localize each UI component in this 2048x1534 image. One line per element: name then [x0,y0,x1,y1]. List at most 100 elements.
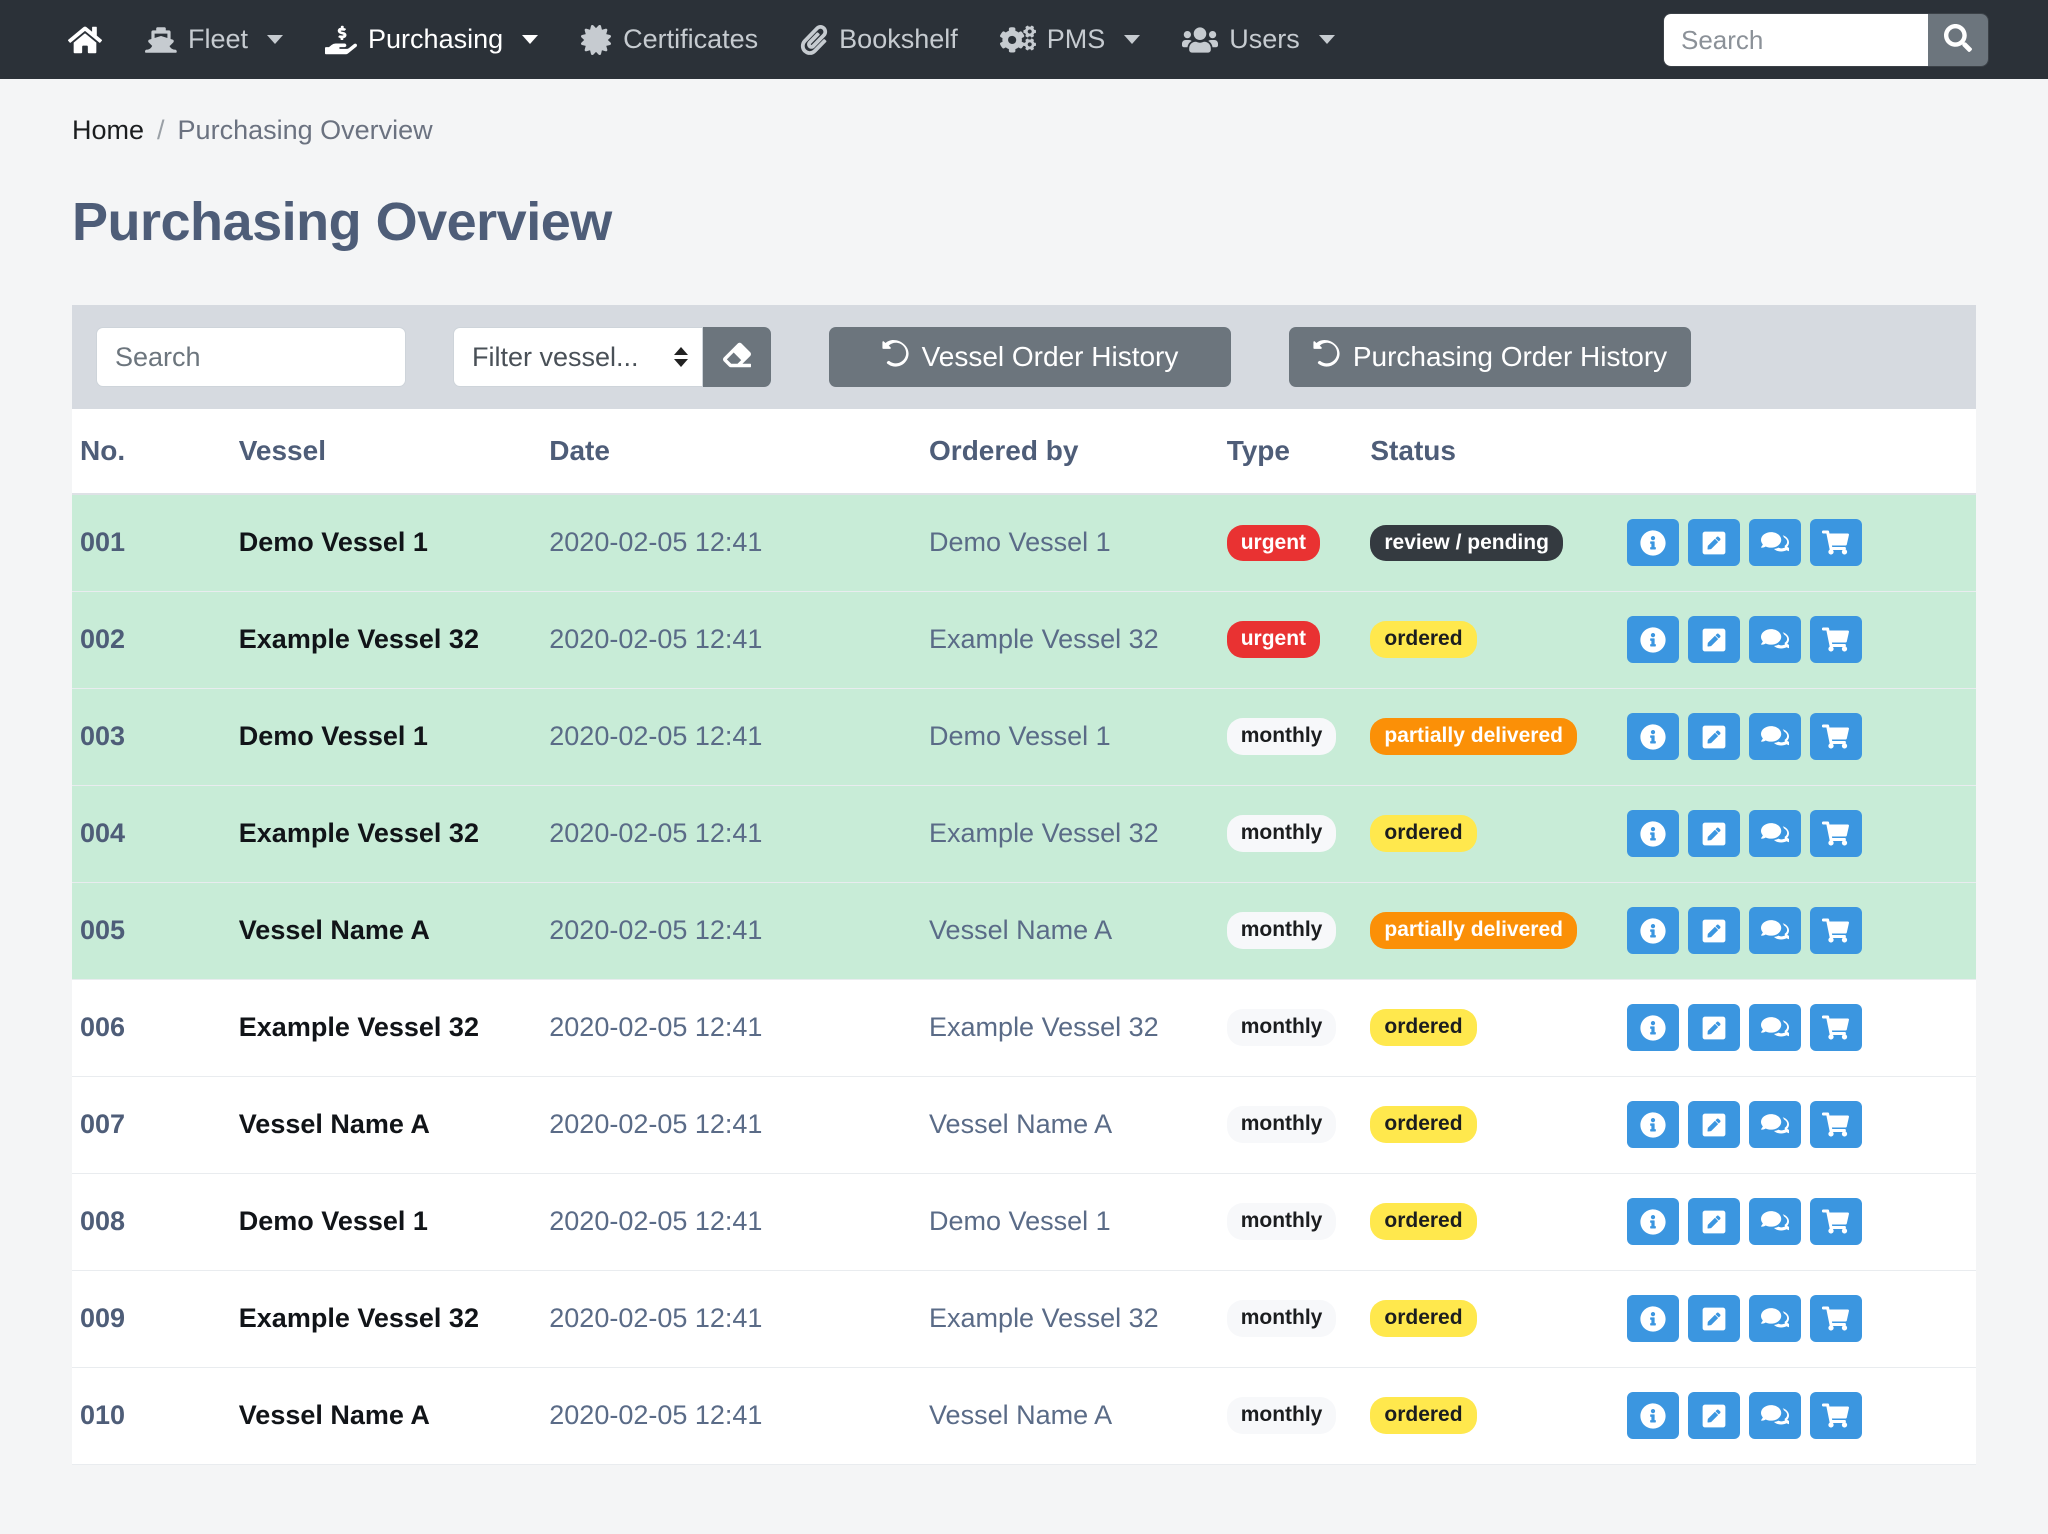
quote-button[interactable] [1748,810,1801,857]
info-button[interactable] [1626,519,1679,567]
cell-date: 2020-02-05 12:41 [549,1076,930,1174]
column-header-vessel[interactable]: Vessel [238,409,550,495]
clear-filter-button[interactable] [703,327,771,387]
quote-button[interactable] [1748,713,1801,760]
info-button[interactable] [1626,1101,1679,1148]
info-button[interactable] [1626,907,1679,954]
quote-button[interactable] [1748,1101,1801,1148]
edit-button[interactable] [1687,1198,1740,1245]
column-header-type[interactable]: Type [1226,409,1371,495]
edit-button[interactable] [1687,1295,1740,1342]
table-body: 001 Demo Vessel 1 2020-02-05 12:41 Demo Ves… [72,494,1976,1465]
cell-date: 2020-02-05 12:41 [549,688,930,786]
nav-item-bookshelf[interactable]: Bookshelf [779,16,979,63]
shopping-cart-icon [1822,627,1850,652]
global-search-input[interactable] [1664,14,1928,66]
comment-dollar-icon [1760,1112,1789,1138]
nav-item-home[interactable] [60,15,124,65]
nav-item-fleet[interactable]: Fleet [124,16,304,63]
info-circle-icon [1640,530,1666,556]
cell-no[interactable]: 002 [72,591,239,689]
quote-button[interactable] [1748,616,1801,663]
quote-button[interactable] [1748,1198,1801,1245]
edit-button[interactable] [1687,1392,1740,1439]
cell-date: 2020-02-05 12:41 [549,1173,930,1271]
type-badge: urgent [1226,621,1321,658]
edit-button[interactable] [1687,907,1740,954]
cart-button[interactable] [1809,519,1862,567]
cart-button[interactable] [1809,1392,1862,1439]
nav-item-certificates[interactable]: Certificates [559,16,779,63]
table-row[interactable]: 009 Example Vessel 32 2020-02-05 12:41 Exam… [72,1270,1976,1368]
table-search-input[interactable] [96,327,406,387]
cart-button[interactable] [1809,907,1862,954]
edit-button[interactable] [1687,1004,1740,1051]
vessel-order-history-button[interactable]: Vessel Order History [829,327,1231,387]
table-row[interactable]: 001 Demo Vessel 1 2020-02-05 12:41 Demo Ves… [72,494,1976,592]
global-search-button[interactable] [1928,14,1988,66]
cart-button[interactable] [1809,1101,1862,1148]
cell-date: 2020-02-05 12:41 [549,882,930,980]
cell-no[interactable]: 005 [72,882,239,980]
nav-item-purchasing[interactable]: Purchasing [304,16,559,63]
purchasing-order-history-button[interactable]: Purchasing Order History [1289,327,1691,387]
edit-button[interactable] [1687,616,1740,663]
cell-no[interactable]: 001 [72,494,239,592]
cell-status: ordered [1370,1076,1627,1174]
table-row[interactable]: 002 Example Vessel 32 2020-02-05 12:41 Exam… [72,591,1976,689]
breadcrumb-home-link[interactable]: Home [72,115,144,146]
cell-no[interactable]: 003 [72,688,239,786]
cart-button[interactable] [1809,713,1862,760]
nav-item-pms[interactable]: PMS [979,16,1162,63]
type-badge: monthly [1226,815,1337,852]
edit-button[interactable] [1687,713,1740,760]
cell-no[interactable]: 006 [72,979,239,1077]
cell-date: 2020-02-05 12:41 [549,494,930,592]
table-row[interactable]: 007 Vessel Name A 2020-02-05 12:41 Vessel N… [72,1076,1976,1174]
info-button[interactable] [1626,1198,1679,1245]
nav-item-users[interactable]: Users [1161,16,1356,63]
cell-no[interactable]: 007 [72,1076,239,1174]
table-row[interactable]: 010 Vessel Name A 2020-02-05 12:41 Vessel N… [72,1367,1976,1465]
cell-no[interactable]: 009 [72,1270,239,1368]
column-header-ordered-by[interactable]: Ordered by [929,409,1227,495]
info-button[interactable] [1626,1392,1679,1439]
cart-button[interactable] [1809,810,1862,857]
quote-button[interactable] [1748,1392,1801,1439]
vessel-filter-select[interactable]: Filter vessel... [453,327,703,387]
cart-button[interactable] [1809,1295,1862,1342]
column-header-no[interactable]: No. [72,409,239,495]
table-row[interactable]: 008 Demo Vessel 1 2020-02-05 12:41 Demo Ves… [72,1173,1976,1271]
table-row[interactable]: 004 Example Vessel 32 2020-02-05 12:41 Exam… [72,785,1976,883]
info-button[interactable] [1626,1004,1679,1051]
info-button[interactable] [1626,1295,1679,1342]
cell-no[interactable]: 004 [72,785,239,883]
edit-button[interactable] [1687,519,1740,567]
table-row[interactable]: 006 Example Vessel 32 2020-02-05 12:41 Exam… [72,979,1976,1077]
cell-no[interactable]: 010 [72,1367,239,1465]
table-row[interactable]: 005 Vessel Name A 2020-02-05 12:41 Vessel N… [72,882,1976,980]
cart-button[interactable] [1809,1004,1862,1051]
quote-button[interactable] [1748,907,1801,954]
type-badge: monthly [1226,1009,1337,1046]
edit-button[interactable] [1687,1101,1740,1148]
cart-button[interactable] [1809,1198,1862,1245]
certificate-icon [580,24,612,55]
status-badge: ordered [1370,1203,1477,1240]
quote-button[interactable] [1748,519,1801,567]
info-button[interactable] [1626,713,1679,760]
info-button[interactable] [1626,810,1679,857]
table-row[interactable]: 003 Demo Vessel 1 2020-02-05 12:41 Demo Ves… [72,688,1976,786]
column-header-status[interactable]: Status [1370,409,1627,495]
info-button[interactable] [1626,616,1679,663]
cell-type: monthly [1226,688,1371,786]
column-header-date[interactable]: Date [549,409,930,495]
table-header-row: No. Vessel Date Ordered by Type Status [72,409,1976,495]
quote-button[interactable] [1748,1004,1801,1051]
quote-button[interactable] [1748,1295,1801,1342]
edit-button[interactable] [1687,810,1740,857]
cart-button[interactable] [1809,616,1862,663]
cell-no[interactable]: 008 [72,1173,239,1271]
cell-status: ordered [1370,785,1627,883]
cell-ordered-by: Vessel Name A [929,1367,1227,1465]
